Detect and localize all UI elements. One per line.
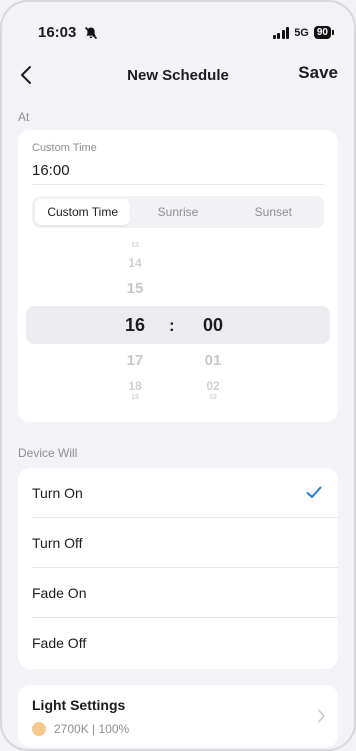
- minute-option[interactable]: 01: [193, 352, 233, 369]
- option-turn-on[interactable]: Turn On: [18, 468, 338, 518]
- option-label: Turn Off: [32, 535, 83, 551]
- network-type: 5G: [294, 26, 309, 39]
- minute-option[interactable]: 03: [193, 394, 233, 401]
- hour-option[interactable]: 13: [115, 242, 155, 249]
- color-swatch: [32, 722, 46, 736]
- signal-icon: [272, 26, 290, 39]
- option-fade-off[interactable]: Fade Off: [18, 618, 338, 668]
- save-button[interactable]: Save: [298, 63, 338, 83]
- phone-screen: 16:03 5G 90 New Schedule Save At Custom …: [0, 0, 356, 751]
- status-right: 5G 90: [272, 26, 334, 39]
- battery-icon: 90: [313, 26, 331, 39]
- status-bar: 16:03 5G 90: [38, 24, 334, 44]
- time-mode-segmented-control: Custom Time Sunrise Sunset: [32, 196, 324, 228]
- minute-selected[interactable]: 00: [193, 315, 233, 336]
- silent-bell-icon: [84, 26, 98, 40]
- custom-time-label: Custom Time: [32, 142, 97, 154]
- segment-sunset[interactable]: Sunset: [226, 199, 321, 225]
- hour-option[interactable]: 17: [115, 352, 155, 369]
- hour-option[interactable]: 18: [115, 379, 155, 393]
- hour-option[interactable]: 15: [115, 280, 155, 297]
- hour-option[interactable]: 14: [115, 256, 155, 270]
- nav-bar: New Schedule Save: [2, 60, 354, 90]
- option-label: Fade On: [32, 585, 87, 601]
- device-will-card: Turn On Turn Off Fade On Fade Off: [18, 468, 338, 669]
- option-label: Turn On: [32, 485, 83, 501]
- status-time: 16:03: [38, 24, 77, 41]
- option-turn-off[interactable]: Turn Off: [18, 518, 338, 568]
- custom-time-underline: [32, 184, 324, 185]
- time-card: Custom Time 16:00 Custom Time Sunrise Su…: [18, 130, 338, 422]
- light-settings-row[interactable]: Light Settings 2700K | 100%: [18, 685, 338, 747]
- battery-cap: [332, 30, 334, 35]
- at-section-label: At: [18, 110, 30, 124]
- light-settings-title: Light Settings: [32, 697, 126, 713]
- segment-custom-time[interactable]: Custom Time: [35, 199, 131, 225]
- hour-selected[interactable]: 16: [115, 315, 155, 336]
- time-separator: :: [169, 316, 175, 335]
- custom-time-value[interactable]: 16:00: [32, 162, 70, 179]
- option-label: Fade Off: [32, 635, 87, 651]
- chevron-right-icon: [318, 709, 325, 723]
- checkmark-icon: [306, 486, 322, 498]
- minute-option[interactable]: 02: [193, 379, 233, 393]
- device-will-label: Device Will: [18, 446, 78, 460]
- picker-selection-band: [26, 306, 330, 344]
- option-fade-on[interactable]: Fade On: [18, 568, 338, 618]
- light-settings-summary: 2700K | 100%: [54, 722, 130, 736]
- segment-sunrise[interactable]: Sunrise: [130, 199, 225, 225]
- hour-option[interactable]: 19: [115, 394, 155, 401]
- time-picker: 13 14 15 16 17 18 19 : 00 01 02 03: [26, 240, 330, 401]
